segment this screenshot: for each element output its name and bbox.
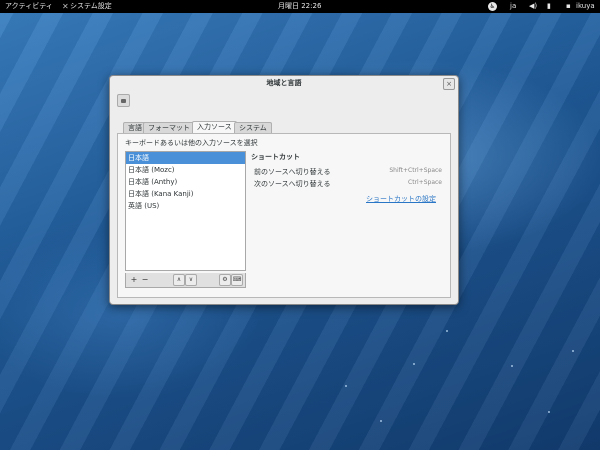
user-menu[interactable]: ikuya	[576, 0, 595, 13]
keyboard-layout-icon[interactable]: ⌨	[231, 274, 243, 286]
add-source-button[interactable]: +	[130, 275, 138, 284]
instruction-text: キーボードあるいは他の入力ソースを選択	[125, 139, 258, 147]
wallpaper-star	[572, 350, 574, 352]
shortcut-settings-link[interactable]: ショートカットの設定	[366, 194, 436, 204]
top-bar: アクティビティ ✕ システム設定 月曜日 22:26 ♿ ja ◀) ▮ ▪ i…	[0, 0, 600, 13]
list-item[interactable]: 英語 (US)	[126, 200, 245, 212]
wallpaper-star	[548, 411, 550, 413]
source-settings-icon[interactable]: ⚙	[219, 274, 231, 286]
app-menu-button[interactable]: システム設定	[70, 0, 112, 13]
region-language-window: 地域と言語 × 言語 フォーマット 入力ソース システム キーボードあるいは他の…	[109, 75, 459, 305]
move-down-button[interactable]: ∨	[185, 274, 197, 286]
prev-source-label: 前のソースへ切り替える	[254, 168, 331, 176]
prev-source-shortcut: Shift+Ctrl+Space	[389, 167, 442, 174]
wallpaper-star	[511, 365, 513, 367]
activities-button[interactable]: アクティビティ	[5, 0, 53, 13]
clock[interactable]: 月曜日 22:26	[278, 0, 321, 13]
list-toolbar: + − ∧ ∨ ⚙ ⌨	[125, 273, 246, 288]
next-source-label: 次のソースへ切り替える	[254, 180, 331, 188]
shortcuts-heading: ショートカット	[251, 153, 300, 161]
remove-source-button[interactable]: −	[141, 275, 149, 284]
app-menu-icon: ✕	[62, 2, 69, 11]
volume-icon[interactable]: ◀)	[529, 0, 537, 13]
wallpaper-star	[380, 420, 382, 422]
accessibility-icon[interactable]: ♿	[488, 2, 497, 11]
wallpaper-star	[446, 330, 448, 332]
network-icon[interactable]: ▮	[547, 0, 551, 13]
close-button[interactable]: ×	[443, 78, 455, 90]
input-sources-panel: キーボードあるいは他の入力ソースを選択 日本語 日本語 (Mozc) 日本語 (…	[117, 133, 451, 298]
list-item[interactable]: 日本語 (Mozc)	[126, 164, 245, 176]
input-source-list: 日本語 日本語 (Mozc) 日本語 (Anthy) 日本語 (Kana Kan…	[125, 151, 246, 271]
unlock-button[interactable]	[117, 94, 130, 107]
user-status-icon: ▪	[566, 2, 571, 10]
lock-icon	[121, 99, 126, 103]
list-item[interactable]: 日本語 (Kana Kanji)	[126, 188, 245, 200]
list-item[interactable]: 日本語	[126, 152, 245, 164]
input-language-indicator[interactable]: ja	[510, 0, 516, 13]
wallpaper-star	[413, 363, 415, 365]
list-item[interactable]: 日本語 (Anthy)	[126, 176, 245, 188]
next-source-shortcut: Ctrl+Space	[408, 179, 442, 186]
move-up-button[interactable]: ∧	[173, 274, 185, 286]
wallpaper-star	[345, 385, 347, 387]
window-title[interactable]: 地域と言語	[110, 76, 458, 90]
